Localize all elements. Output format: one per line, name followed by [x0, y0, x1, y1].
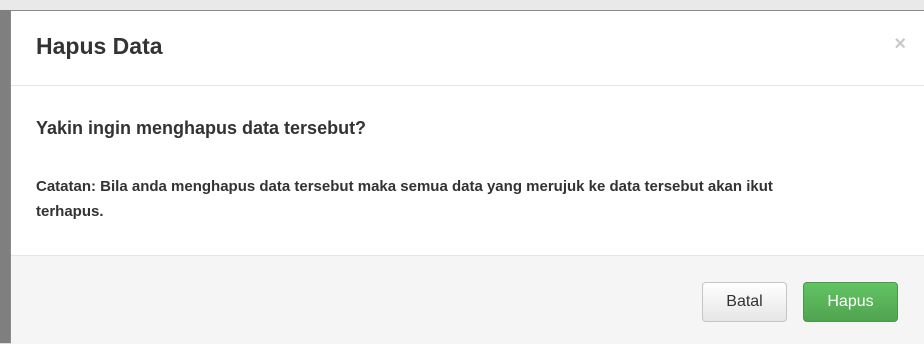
confirm-question: Yakin ingin menghapus data tersebut? [36, 118, 367, 138]
dialog-header: Hapus Data × [11, 11, 924, 86]
warning-note: Catatan: Bila anda menghapus data terseb… [36, 178, 773, 220]
delete-button[interactable]: Hapus [803, 282, 898, 322]
backdrop-top-strip [0, 0, 924, 10]
dialog-title: Hapus Data [36, 33, 163, 59]
cancel-button[interactable]: Batal [702, 282, 787, 322]
dialog-footer: Batal Hapus [11, 255, 924, 344]
dialog-body: Yakin ingin menghapus data tersebut? Cat… [11, 86, 924, 255]
close-icon[interactable]: × [894, 34, 906, 54]
delete-confirm-dialog: Hapus Data × Yakin ingin menghapus data … [10, 10, 924, 344]
